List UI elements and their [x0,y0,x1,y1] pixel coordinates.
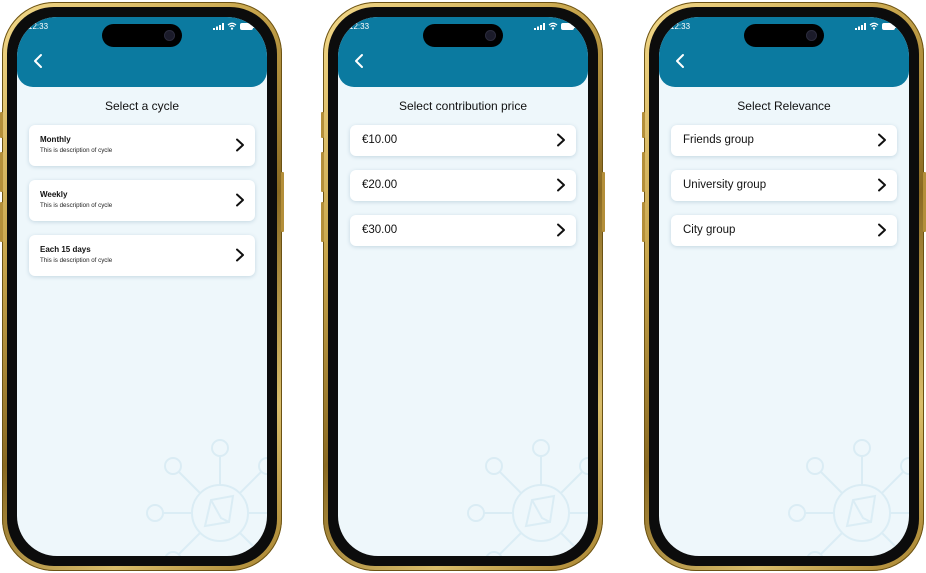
battery-icon [561,22,576,30]
chevron-right-icon [236,193,244,207]
signal-icon [534,22,545,30]
network-logo-icon [788,439,909,556]
phone-relevance: 12:33 Select Relevance Friends group Uni… [642,2,926,571]
price-option-30[interactable]: €30.00 [350,215,576,246]
network-logo-icon [467,439,588,556]
signal-icon [855,22,866,30]
option-label: €10.00 [362,134,398,146]
cycle-option-weekly[interactable]: Weekly This is description of cycle [29,180,255,221]
chevron-right-icon [557,223,565,237]
bezel: 12:33 Select Relevance Friends group Uni… [649,7,919,566]
wifi-icon [869,22,879,30]
price-option-20[interactable]: €20.00 [350,170,576,201]
status-icons [213,22,255,30]
page-title: Select a cycle [104,99,180,113]
price-option-10[interactable]: €10.00 [350,125,576,156]
phone-cycle: 12:33 Select a cycle Monthly This is des… [0,2,284,571]
option-title: Monthly [40,135,71,144]
phone-contribution-price: 12:33 Select contribution price €10.00 €… [321,2,605,571]
cycle-option-monthly[interactable]: Monthly This is description of cycle [29,125,255,166]
chevron-right-icon [878,178,886,192]
option-label: €20.00 [362,179,398,191]
status-icons [855,22,897,30]
signal-icon [213,22,224,30]
screen-relevance: 12:33 Select Relevance Friends group Uni… [659,17,909,556]
chevron-right-icon [557,133,565,147]
wifi-icon [548,22,558,30]
header-bar: 12:33 [338,17,588,87]
header-bar: 12:33 [659,17,909,87]
status-time: 12:33 [28,22,49,31]
chevron-right-icon [878,223,886,237]
option-label: Friends group [683,134,754,146]
back-chevron-icon[interactable] [352,53,368,69]
battery-icon [240,22,255,30]
option-title: Each 15 days [40,245,91,254]
chevron-right-icon [557,178,565,192]
camera-icon [806,30,817,41]
option-label: €30.00 [362,224,398,236]
header-bar: 12:33 [17,17,267,87]
chevron-right-icon [236,248,244,262]
option-description: This is description of cycle [40,202,113,209]
status-time: 12:33 [349,22,370,31]
status-icons [534,22,576,30]
page-title: Select contribution price [398,99,528,113]
option-label: City group [683,224,736,236]
chevron-right-icon [236,138,244,152]
dynamic-island [744,24,824,47]
status-time: 12:33 [670,22,691,31]
relevance-option-friends-group[interactable]: Friends group [671,125,897,156]
cycle-option-each-15-days[interactable]: Each 15 days This is description of cycl… [29,235,255,276]
network-logo-icon [146,439,267,556]
camera-icon [164,30,175,41]
bezel: 12:33 Select contribution price €10.00 €… [328,7,598,566]
option-title: Weekly [40,190,68,199]
screen-cycle: 12:33 Select a cycle Monthly This is des… [17,17,267,556]
dynamic-island [102,24,182,47]
bezel: 12:33 Select a cycle Monthly This is des… [7,7,277,566]
screen-contribution-price: 12:33 Select contribution price €10.00 €… [338,17,588,556]
option-label: University group [683,179,767,191]
back-chevron-icon[interactable] [31,53,47,69]
page-title: Select Relevance [737,99,831,113]
camera-icon [485,30,496,41]
chevron-right-icon [878,133,886,147]
back-chevron-icon[interactable] [673,53,689,69]
battery-icon [882,22,897,30]
dynamic-island [423,24,503,47]
relevance-option-city-group[interactable]: City group [671,215,897,246]
wifi-icon [227,22,237,30]
relevance-option-university-group[interactable]: University group [671,170,897,201]
option-description: This is description of cycle [40,147,113,154]
option-description: This is description of cycle [40,257,113,264]
